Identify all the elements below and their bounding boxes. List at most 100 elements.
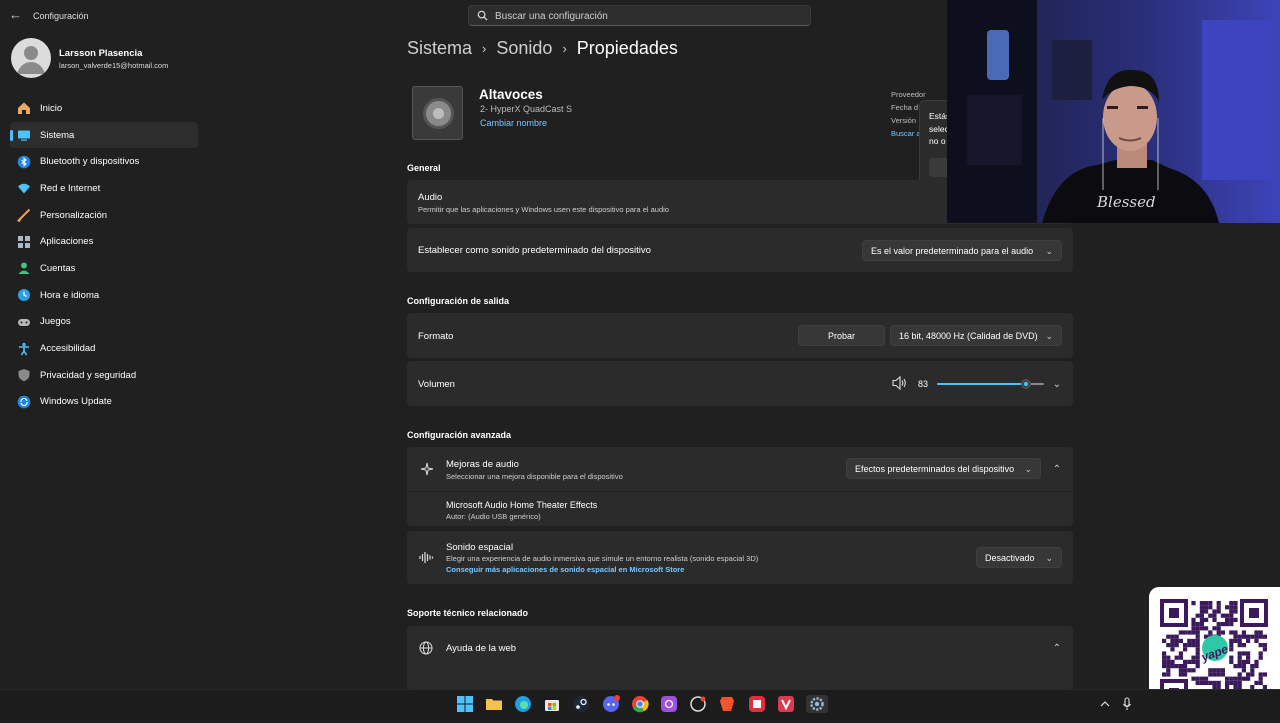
sidebar-item-label: Bluetooth y dispositivos: [40, 156, 140, 168]
settings-app-icon[interactable]: [806, 695, 828, 713]
store-icon[interactable]: [543, 695, 561, 713]
qr-module: [1225, 617, 1230, 622]
search-input[interactable]: [495, 8, 795, 24]
breadcrumb: Sistema › Sonido › Propiedades: [407, 38, 678, 59]
qr-module: [1241, 664, 1246, 669]
windows-start-icon[interactable]: [456, 695, 474, 713]
file-explorer-icon[interactable]: [485, 695, 503, 713]
sidebar-item-bluetooth[interactable]: Bluetooth y dispositivos: [10, 148, 198, 175]
steam-icon[interactable]: [572, 695, 590, 713]
sidebar-item-aplicaciones[interactable]: Aplicaciones: [10, 228, 198, 255]
qr-module: [1258, 672, 1263, 677]
sound-wave-icon: [419, 552, 434, 563]
podcast-app-icon[interactable]: [660, 695, 678, 713]
brave-icon[interactable]: [718, 695, 736, 713]
breadcrumb-sonido[interactable]: Sonido: [496, 38, 552, 59]
qr-module: [1229, 617, 1234, 622]
qr-module: [1178, 638, 1183, 643]
sidebar-item-accesibilidad[interactable]: Accesibilidad: [10, 335, 198, 362]
qr-module: [1183, 668, 1188, 673]
qr-module: [1212, 609, 1217, 614]
qr-module: [1258, 655, 1263, 660]
discord-icon[interactable]: [602, 695, 620, 713]
breadcrumb-sistema[interactable]: Sistema: [407, 38, 472, 59]
qr-module: [1195, 630, 1200, 635]
qr-module: [1204, 617, 1209, 622]
qr-module: [1216, 630, 1221, 635]
qr-module: [1216, 680, 1221, 685]
back-arrow-icon[interactable]: ←: [9, 8, 23, 22]
chevron-up-icon[interactable]: ⌃: [1049, 461, 1065, 477]
chevron-down-icon: ⌄: [1045, 246, 1053, 256]
sidebar-item-cuentas[interactable]: Cuentas: [10, 255, 198, 282]
qr-module: [1191, 630, 1196, 635]
media-app-icon[interactable]: [748, 695, 766, 713]
sidebar-item-windows-update[interactable]: Windows Update: [10, 389, 198, 416]
qr-module: [1199, 680, 1204, 685]
microphone-icon[interactable]: [1121, 695, 1133, 713]
qr-module: [1220, 630, 1225, 635]
brush-icon: [16, 208, 31, 223]
effect-title: Microsoft Audio Home Theater Effects: [446, 500, 598, 510]
sidebar-item-personalizacion[interactable]: Personalización: [10, 202, 198, 229]
sidebar-item-inicio[interactable]: Inicio: [10, 95, 198, 122]
qr-module: [1237, 672, 1242, 677]
qr-module: [1246, 676, 1251, 681]
format-dropdown[interactable]: 16 bit, 48000 Hz (Calidad de DVD) ⌄: [890, 325, 1062, 346]
qr-module: [1170, 638, 1175, 643]
qr-module: [1199, 609, 1204, 614]
qr-module: [1241, 659, 1246, 664]
avatar[interactable]: [11, 38, 51, 78]
web-help-card[interactable]: Ayuda de la web ⌃: [407, 626, 1073, 689]
qr-module: [1225, 680, 1230, 685]
qr-module: [1250, 668, 1255, 673]
qr-module: [1229, 609, 1234, 614]
qr-module: [1262, 672, 1267, 677]
spatial-dropdown[interactable]: Desactivado ⌄: [976, 547, 1062, 568]
enhancements-card: Mejoras de audio Seleccionar una mejora …: [407, 447, 1073, 491]
tray-chevron-up-icon[interactable]: [1099, 695, 1111, 713]
volume-value: 83: [918, 379, 929, 389]
github-desktop-icon[interactable]: [689, 695, 707, 713]
edge-icon[interactable]: [514, 695, 532, 713]
qr-module: [1254, 680, 1259, 685]
qr-module: [1220, 672, 1225, 677]
volume-slider-thumb[interactable]: [1020, 379, 1031, 389]
default-device-dropdown[interactable]: Es el valor predeterminado para el audio…: [862, 240, 1062, 261]
enhancements-dropdown[interactable]: Efectos predeterminados del dispositivo …: [846, 458, 1041, 479]
qr-module: [1258, 680, 1263, 685]
qr-module: [1191, 617, 1196, 622]
volume-slider[interactable]: [937, 379, 1044, 389]
qr-module: [1166, 634, 1171, 639]
sidebar-item-hora[interactable]: Hora e idioma: [10, 282, 198, 309]
sidebar-item-sistema[interactable]: Sistema: [10, 121, 198, 149]
qr-module: [1216, 668, 1221, 673]
qr-module: [1178, 655, 1183, 660]
qr-module: [1178, 668, 1183, 673]
sidebar-item-juegos[interactable]: Juegos: [10, 309, 198, 336]
chevron-up-icon[interactable]: ⌃: [1049, 640, 1065, 656]
search-box[interactable]: [468, 5, 811, 26]
qr-module: [1241, 668, 1246, 673]
webcam-overlay: Blessed: [947, 0, 1280, 223]
sidebar-item-label: Aplicaciones: [40, 236, 94, 248]
chevron-down-icon[interactable]: ⌄: [1049, 376, 1065, 392]
default-device-label: Establecer como sonido predeterminado de…: [418, 245, 651, 256]
sidebar-item-red[interactable]: Red e Internet: [10, 175, 198, 202]
chrome-icon[interactable]: [631, 695, 649, 713]
meta-buscar-link[interactable]: Buscar a: [891, 129, 921, 138]
qr-module: [1233, 617, 1238, 622]
test-button[interactable]: Probar: [798, 325, 885, 346]
speaker-icon[interactable]: [892, 376, 907, 390]
qr-module: [1233, 664, 1238, 669]
qr-module: [1166, 664, 1171, 669]
qr-module: [1216, 601, 1221, 606]
dropdown-value: Es el valor predeterminado para el audio: [871, 245, 1034, 256]
vivaldi-icon[interactable]: [777, 695, 795, 713]
sidebar-item-privacidad[interactable]: Privacidad y seguridad: [10, 362, 198, 389]
qr-module: [1183, 672, 1188, 677]
qr-module: [1183, 664, 1188, 669]
qr-module: [1229, 622, 1234, 627]
spatial-store-link[interactable]: Conseguir más aplicaciones de sonido esp…: [446, 565, 684, 574]
rename-link[interactable]: Cambiar nombre: [480, 118, 547, 128]
